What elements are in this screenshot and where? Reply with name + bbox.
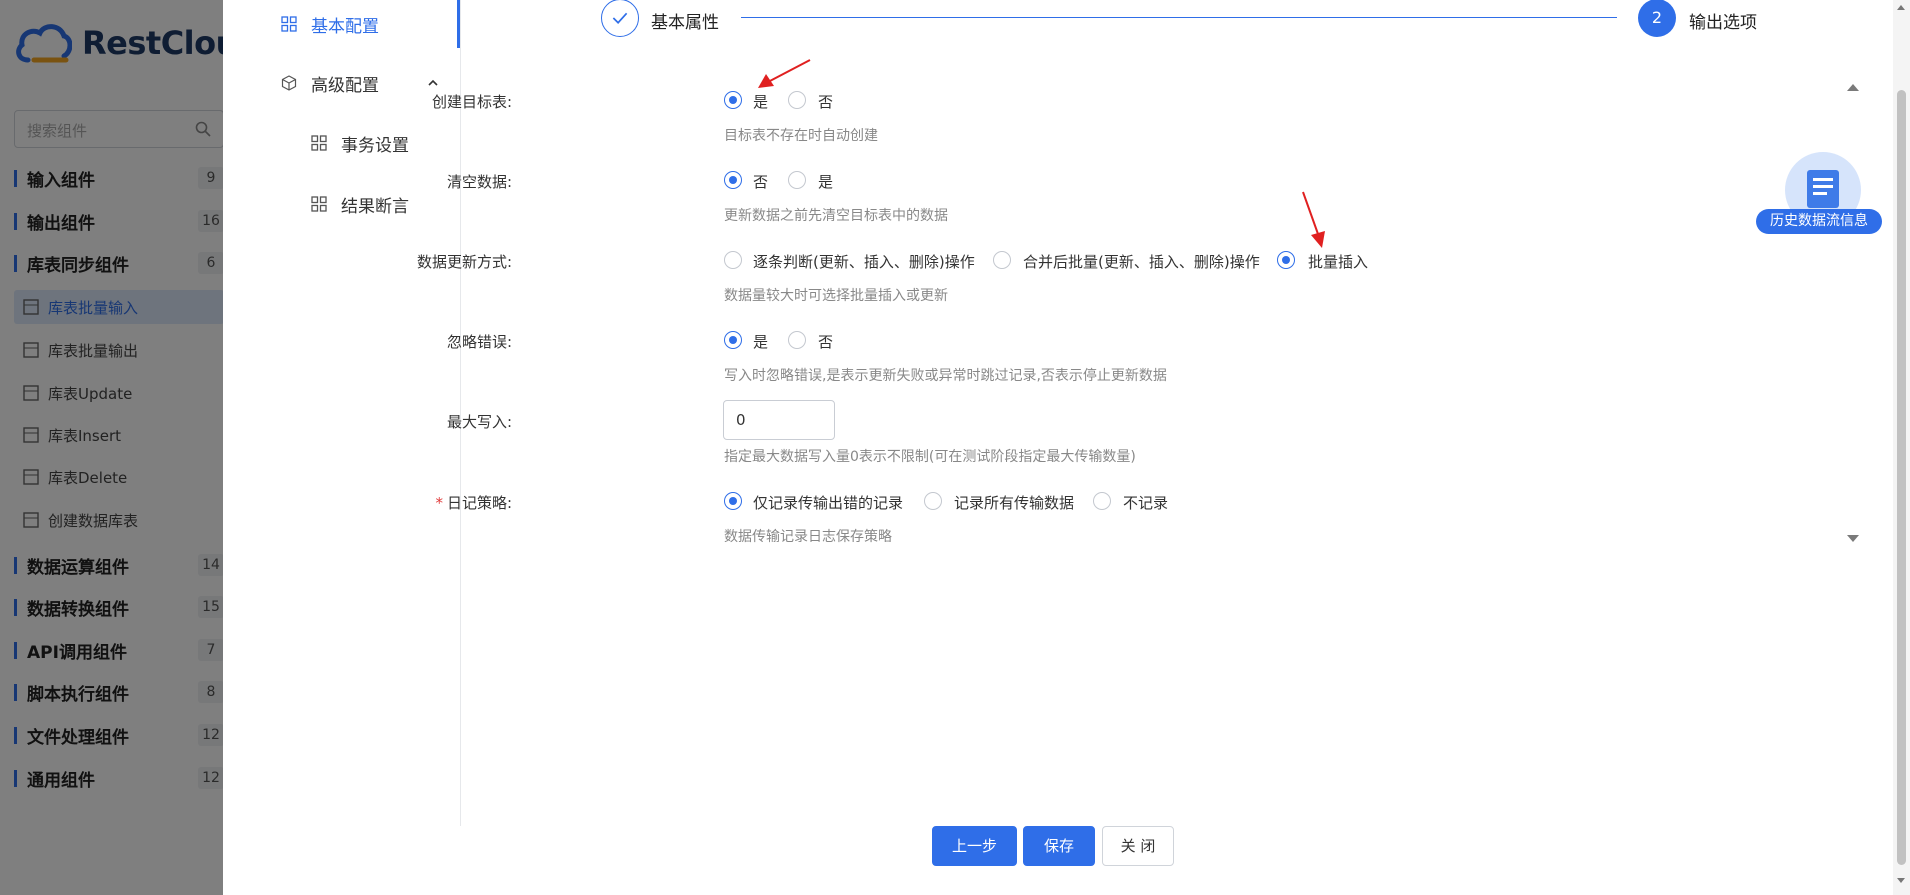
update-mode-hint: 数据量较大时可选择批量插入或更新 xyxy=(724,288,948,304)
config-drawer: 基本配置 高级配置 事务设置 结果断言 基本属性 2 输出选项 创建目标表: 是… xyxy=(223,0,1910,895)
page-scrollbar[interactable] xyxy=(1893,0,1910,895)
max-write-input[interactable]: 0 xyxy=(723,400,835,440)
log-policy-errors-only-radio[interactable] xyxy=(724,492,742,510)
form-scroll-up-icon[interactable] xyxy=(1847,84,1859,91)
clear-data-label: 清空数据: xyxy=(446,173,512,191)
form-scroll-down-icon[interactable] xyxy=(1847,535,1859,542)
step-1-label: 基本属性 xyxy=(651,13,719,33)
create-table-no-label[interactable]: 否 xyxy=(818,91,833,112)
create-table-hint: 目标表不存在时自动创建 xyxy=(724,128,878,144)
create-table-no-radio[interactable] xyxy=(788,91,806,109)
scroll-up-arrow-icon[interactable] xyxy=(1897,5,1905,10)
config-side-nav: 基本配置 高级配置 事务设置 结果断言 xyxy=(253,0,461,826)
nav-advanced-config[interactable]: 高级配置 xyxy=(253,59,460,107)
ignore-error-no-label[interactable]: 否 xyxy=(818,331,833,352)
ignore-error-yes-label[interactable]: 是 xyxy=(753,331,768,352)
check-icon xyxy=(612,12,628,24)
grid-icon xyxy=(281,16,297,32)
previous-step-button[interactable]: 上一步 xyxy=(932,826,1017,866)
save-button[interactable]: 保存 xyxy=(1023,826,1095,866)
step-connector xyxy=(741,17,1617,18)
ignore-error-label: 忽略错误: xyxy=(446,333,512,351)
annotation-arrow-icon xyxy=(758,59,811,88)
step-1-complete[interactable] xyxy=(601,0,639,37)
clear-data-yes-label[interactable]: 是 xyxy=(818,171,833,192)
log-policy-errors-only-label[interactable]: 仅记录传输出错的记录 xyxy=(753,492,903,513)
log-policy-none-radio[interactable] xyxy=(1093,492,1111,510)
grid-icon xyxy=(311,196,327,212)
max-write-label: 最大写入: xyxy=(446,413,512,431)
update-mode-row-by-row-label[interactable]: 逐条判断(更新、插入、删除)操作 xyxy=(753,251,975,272)
update-mode-batch-insert-radio[interactable] xyxy=(1277,251,1295,269)
update-mode-batch-insert-label[interactable]: 批量插入 xyxy=(1308,251,1368,272)
create-table-yes-radio[interactable] xyxy=(724,91,742,109)
log-policy-label: * 日记策略: xyxy=(435,494,512,512)
nav-transaction-settings[interactable]: 事务设置 xyxy=(253,119,460,167)
create-table-label: 创建目标表: xyxy=(431,93,512,111)
chevron-up-icon[interactable] xyxy=(426,76,440,90)
close-button[interactable]: 关 闭 xyxy=(1102,826,1174,866)
clear-data-yes-radio[interactable] xyxy=(788,171,806,189)
cube-icon xyxy=(281,75,297,91)
log-policy-all-label[interactable]: 记录所有传输数据 xyxy=(954,492,1074,513)
update-mode-merge-batch-label[interactable]: 合并后批量(更新、插入、删除)操作 xyxy=(1023,251,1260,272)
log-policy-all-radio[interactable] xyxy=(924,492,942,510)
ignore-error-hint: 写入时忽略错误,是表示更新失败或异常时跳过记录,否表示停止更新数据 xyxy=(724,368,1167,384)
required-mark: * xyxy=(435,494,443,512)
scrollbar-thumb[interactable] xyxy=(1897,90,1906,865)
grid-icon xyxy=(311,135,327,151)
create-table-yes-label[interactable]: 是 xyxy=(753,91,768,112)
update-mode-label: 数据更新方式: xyxy=(416,253,512,271)
nav-result-assertion[interactable]: 结果断言 xyxy=(253,180,460,228)
clear-data-no-label[interactable]: 否 xyxy=(753,171,768,192)
clear-data-no-radio[interactable] xyxy=(724,171,742,189)
update-mode-row-by-row-radio[interactable] xyxy=(724,251,742,269)
log-policy-none-label[interactable]: 不记录 xyxy=(1123,492,1168,513)
max-write-hint: 指定最大数据写入量0表示不限制(可在测试阶段指定最大传输数量) xyxy=(724,449,1136,465)
step-2-current[interactable]: 2 xyxy=(1638,0,1676,37)
clear-data-hint: 更新数据之前先清空目标表中的数据 xyxy=(724,208,948,224)
history-dataflow-button[interactable]: 历史数据流信息 xyxy=(1756,209,1882,234)
annotation-arrow-icon xyxy=(1302,191,1325,248)
scroll-down-arrow-icon[interactable] xyxy=(1897,878,1905,883)
ignore-error-yes-radio[interactable] xyxy=(724,331,742,349)
update-mode-merge-batch-radio[interactable] xyxy=(993,251,1011,269)
nav-basic-config[interactable]: 基本配置 xyxy=(253,0,460,48)
step-2-label: 输出选项 xyxy=(1689,13,1757,33)
log-policy-hint: 数据传输记录日志保存策略 xyxy=(724,529,892,545)
ignore-error-no-radio[interactable] xyxy=(788,331,806,349)
